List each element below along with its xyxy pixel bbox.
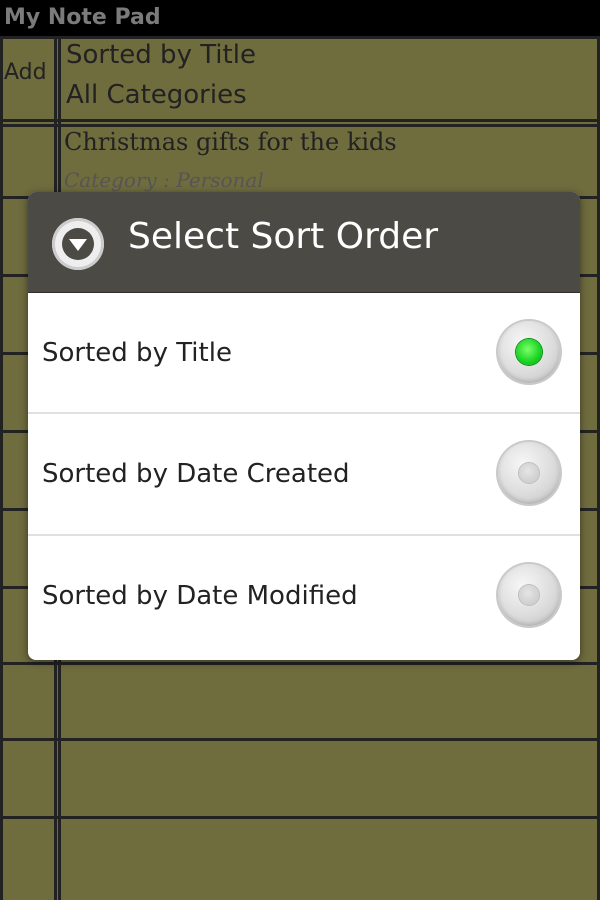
sort-option-label: Sorted by Date Modified	[42, 581, 358, 611]
dialog-header: Select Sort Order	[28, 192, 580, 293]
sort-option-date-modified[interactable]: Sorted by Date Modified	[28, 536, 580, 656]
radio-button[interactable]	[498, 564, 560, 626]
radio-indicator	[516, 339, 542, 365]
radio-indicator	[519, 463, 539, 483]
dialog-title: Select Sort Order	[128, 216, 439, 257]
sort-option-date-created[interactable]: Sorted by Date Created	[28, 414, 580, 534]
sort-option-label: Sorted by Title	[42, 338, 232, 368]
chevron-down-circle-icon	[52, 218, 104, 270]
sort-order-dialog: Select Sort Order Sorted by Title Sorted…	[28, 192, 580, 660]
radio-button[interactable]	[498, 321, 560, 383]
sort-option-label: Sorted by Date Created	[42, 459, 350, 489]
radio-button[interactable]	[498, 442, 560, 504]
sort-option-title[interactable]: Sorted by Title	[28, 293, 580, 413]
radio-indicator	[519, 585, 539, 605]
